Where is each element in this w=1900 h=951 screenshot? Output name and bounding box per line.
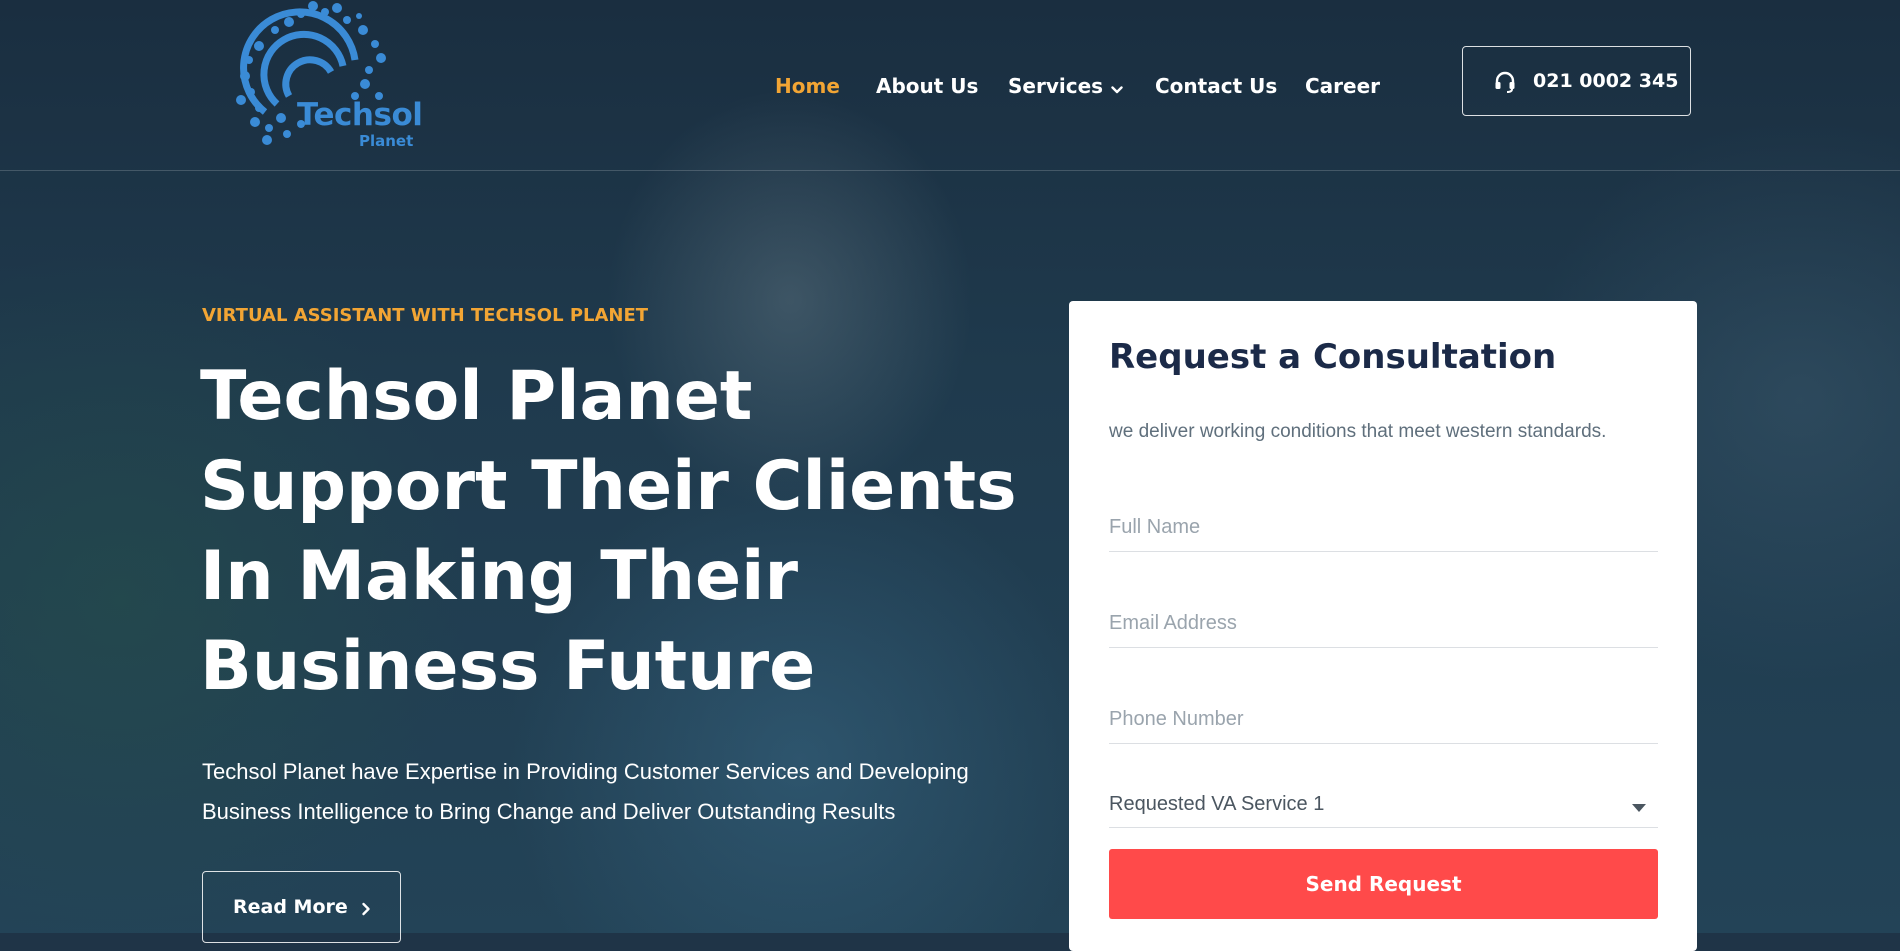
nav-item-contact-us[interactable]: Contact Us <box>1155 74 1277 98</box>
headset-icon <box>1493 71 1517 98</box>
headline-line-2: Support Their Clients <box>200 447 1017 526</box>
site-header: Techsol Planet Home About Us Services Co… <box>0 0 1900 171</box>
brand-name: Techsol <box>297 97 423 133</box>
brand-subname: Planet <box>359 132 414 150</box>
caret-down-icon <box>1632 800 1646 818</box>
service-select-value: Requested VA Service 1 <box>1109 793 1325 815</box>
nav-item-about-us[interactable]: About Us <box>876 74 978 98</box>
read-more-button[interactable]: Read More <box>202 871 401 943</box>
hero-headline: Techsol Planet Support Their Clients In … <box>200 352 1060 712</box>
service-select[interactable]: Requested VA Service 1 <box>1109 780 1658 828</box>
headline-line-1: Techsol Planet <box>200 357 753 436</box>
consultation-card: Request a Consultation we deliver workin… <box>1069 301 1697 951</box>
nav-item-services[interactable]: Services <box>1008 74 1123 100</box>
send-request-button[interactable]: Send Request <box>1109 849 1658 919</box>
full-name-input[interactable] <box>1109 504 1658 552</box>
headline-line-3: In Making Their <box>200 537 798 616</box>
phone-button[interactable]: 021 0002 345 <box>1462 46 1691 116</box>
phone-input[interactable] <box>1109 696 1658 744</box>
hero-eyebrow: VIRTUAL ASSISTANT WITH TECHSOL PLANET <box>202 305 649 326</box>
nav-item-career[interactable]: Career <box>1305 74 1380 98</box>
phone-number: 021 0002 345 <box>1533 70 1679 92</box>
hero-lead: Techsol Planet have Expertise in Providi… <box>202 759 969 824</box>
chevron-down-icon <box>1111 76 1123 100</box>
headline-line-4: Business Future <box>200 627 816 706</box>
chevron-right-icon <box>361 902 371 921</box>
email-input[interactable] <box>1109 600 1658 648</box>
form-subtitle: we deliver working conditions that meet … <box>1109 421 1607 442</box>
read-more-label: Read More <box>233 896 348 918</box>
nav-item-home[interactable]: Home <box>775 74 840 98</box>
nav-item-services-label: Services <box>1008 74 1104 98</box>
form-title: Request a Consultation <box>1109 337 1557 377</box>
